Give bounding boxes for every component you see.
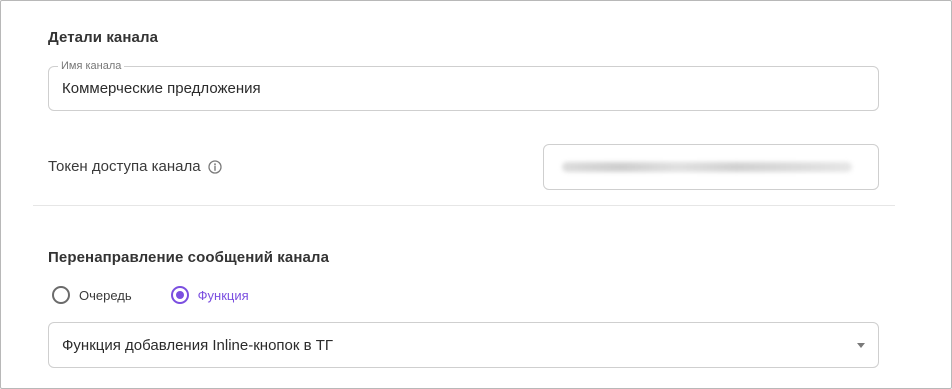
function-select[interactable]: Функция добавления Inline-кнопок в ТГ bbox=[48, 322, 879, 368]
info-circle-icon[interactable] bbox=[207, 159, 222, 174]
channel-details-title: Детали канала bbox=[48, 29, 159, 46]
masked-token-value bbox=[562, 162, 852, 172]
radio-checked-icon[interactable] bbox=[170, 286, 189, 304]
token-label: Токен доступа канала bbox=[48, 158, 201, 175]
radio-unchecked-icon[interactable] bbox=[52, 286, 70, 304]
radio-label-function: Функция bbox=[197, 287, 249, 303]
caret-down-icon[interactable] bbox=[857, 343, 865, 348]
radio-dot bbox=[175, 291, 184, 299]
channel-name-field[interactable]: Имя канала Коммерческие предложения bbox=[48, 60, 879, 111]
redirect-title: Перенаправление сообщений канала bbox=[48, 249, 330, 266]
radio-option-queue[interactable]: Очередь bbox=[52, 286, 132, 304]
token-label-row: Токен доступа канала bbox=[48, 158, 222, 175]
redirect-radio-group: Очередь Функция bbox=[52, 286, 288, 304]
channel-name-label: Имя канала bbox=[58, 60, 125, 72]
radio-option-function[interactable]: Функция bbox=[170, 286, 249, 304]
channel-name-value: Коммерческие предложения bbox=[62, 80, 261, 97]
function-select-value: Функция добавления Inline-кнопок в ТГ bbox=[62, 337, 334, 354]
token-field[interactable] bbox=[543, 144, 879, 190]
channel-settings-panel: Детали канала Имя канала Коммерческие пр… bbox=[0, 0, 952, 389]
radio-label-queue: Очередь bbox=[79, 287, 132, 303]
section-divider bbox=[33, 205, 895, 206]
